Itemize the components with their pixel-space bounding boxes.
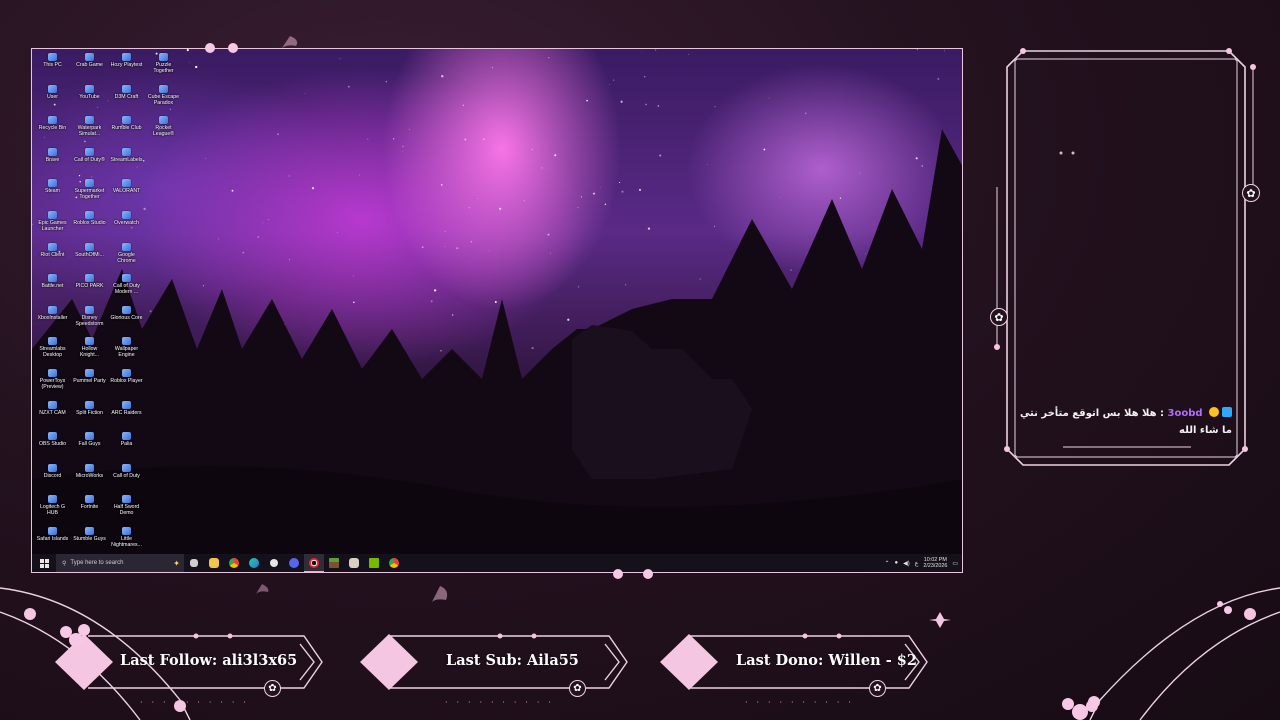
last-dono-label: Last Dono: Willen - $2 xyxy=(736,652,917,669)
dot-row: · · · · · · · · · · xyxy=(140,698,250,707)
sub-flower-icon: ✿ xyxy=(569,680,586,697)
dot-row: · · · · · · · · · · xyxy=(745,698,855,707)
last-follow-label: Last Follow: ali3l3x65 xyxy=(120,652,298,669)
follow-flower-icon: ✿ xyxy=(264,680,281,697)
dono-flower-icon: ✿ xyxy=(869,680,886,697)
dot-row: · · · · · · · · · · xyxy=(445,698,555,707)
ribbon-decorations xyxy=(0,36,1280,720)
last-sub-label: Last Sub: Aila55 xyxy=(446,652,579,669)
